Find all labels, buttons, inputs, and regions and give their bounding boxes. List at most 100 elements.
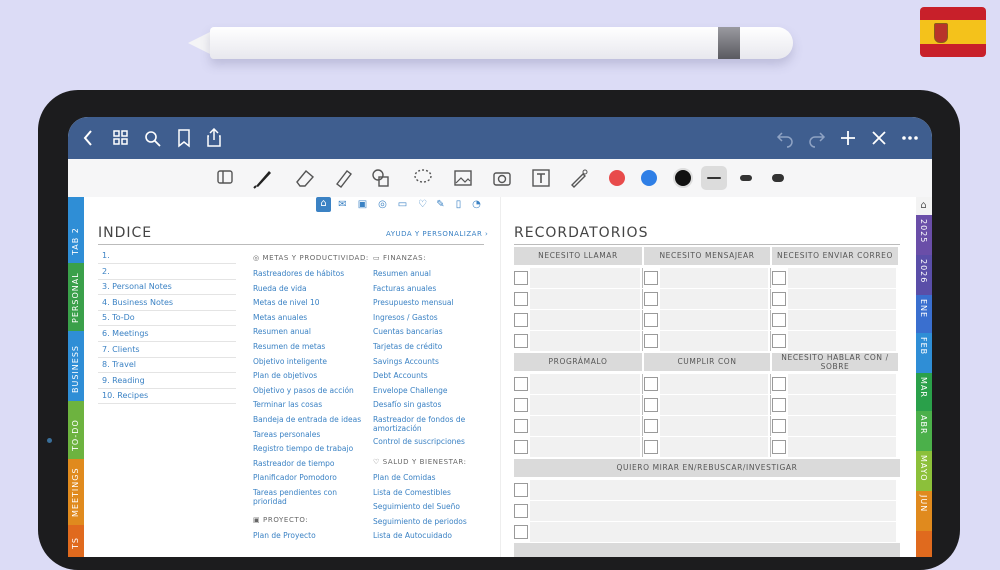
index-item[interactable]: 4. Business Notes	[102, 298, 173, 307]
reminder-write-line[interactable]	[530, 522, 896, 542]
section-link[interactable]: Tareas personales	[253, 430, 365, 439]
reminder-checkbox[interactable]	[514, 504, 528, 518]
undo-icon[interactable]	[776, 128, 794, 153]
reminder-write-line[interactable]	[788, 268, 896, 288]
section-link[interactable]: Plan de Proyecto	[253, 531, 365, 540]
image-tool-icon[interactable]	[452, 167, 474, 194]
index-item[interactable]: 1.	[102, 251, 110, 260]
reminder-checkbox[interactable]	[514, 483, 528, 497]
reminder-write-line[interactable]	[530, 289, 640, 309]
reminder-checkbox[interactable]	[772, 334, 786, 348]
reminder-write-line[interactable]	[660, 289, 768, 309]
reminder-write-line[interactable]	[530, 480, 896, 500]
reminder-checkbox[interactable]	[772, 440, 786, 454]
share-icon[interactable]	[206, 127, 222, 153]
reminder-write-line[interactable]	[660, 268, 768, 288]
reminder-checkbox[interactable]	[772, 377, 786, 391]
section-link[interactable]: Tarjetas de crédito	[373, 342, 485, 351]
sidebar-toggle-icon[interactable]	[216, 167, 234, 192]
reminder-checkbox[interactable]	[514, 313, 528, 327]
index-item[interactable]: 8. Travel	[102, 360, 136, 369]
section-link[interactable]: Planificador Pomodoro	[253, 473, 365, 482]
tab-abr[interactable]: ABR	[916, 411, 932, 451]
reminder-write-line[interactable]	[788, 395, 896, 415]
reminder-write-line[interactable]	[660, 395, 768, 415]
pen-tool-icon[interactable]	[252, 167, 274, 194]
index-item[interactable]: 6. Meetings	[102, 329, 149, 338]
reminder-write-line[interactable]	[788, 437, 896, 457]
reminder-checkbox[interactable]	[644, 398, 658, 412]
section-link[interactable]: Facturas anuales	[373, 284, 485, 293]
pie-chart-icon[interactable]: ◔	[470, 198, 483, 211]
reminder-checkbox[interactable]	[772, 313, 786, 327]
section-link[interactable]: Rastreador de fondos de amortización	[373, 415, 485, 433]
search-icon[interactable]	[144, 128, 162, 153]
reminder-write-line[interactable]	[530, 395, 640, 415]
document-icon[interactable]: ▯	[452, 198, 465, 211]
section-link[interactable]: Rueda de vida	[253, 284, 365, 293]
tab-business[interactable]: BUSINESS	[68, 331, 84, 401]
section-link[interactable]: Metas anuales	[253, 313, 365, 322]
heart-icon[interactable]: ♡	[416, 198, 429, 211]
reminder-write-line[interactable]	[788, 289, 896, 309]
reminder-checkbox[interactable]	[644, 440, 658, 454]
reminder-checkbox[interactable]	[514, 525, 528, 539]
redo-icon[interactable]	[808, 128, 826, 153]
index-item[interactable]: 2.	[102, 267, 110, 276]
text-tool-icon[interactable]	[530, 167, 552, 194]
section-link[interactable]: Rastreador de tiempo	[253, 459, 365, 468]
reminder-write-line[interactable]	[530, 374, 640, 394]
camera-tool-icon[interactable]	[491, 167, 513, 194]
eraser-tool-icon[interactable]	[294, 167, 316, 194]
color-black-swatch[interactable]	[673, 168, 693, 188]
section-link[interactable]: Control de suscripciones	[373, 437, 485, 446]
section-link[interactable]: Envelope Challenge	[373, 386, 485, 395]
section-link[interactable]: Metas de nivel 10	[253, 298, 365, 307]
reminder-checkbox[interactable]	[644, 313, 658, 327]
tab-tab2[interactable]: TAB 2	[68, 197, 84, 263]
stroke-medium-option[interactable]	[733, 166, 759, 190]
chevron-left-icon[interactable]	[82, 128, 94, 153]
reminder-checkbox[interactable]	[514, 377, 528, 391]
tab-ene[interactable]: ENE	[916, 295, 932, 333]
briefcase-icon[interactable]: ▣	[356, 198, 369, 211]
reminder-write-line[interactable]	[660, 437, 768, 457]
reminder-checkbox[interactable]	[514, 440, 528, 454]
reminder-write-line[interactable]	[788, 310, 896, 330]
reminder-checkbox[interactable]	[772, 419, 786, 433]
reminder-checkbox[interactable]	[644, 334, 658, 348]
section-link[interactable]: Desafío sin gastos	[373, 400, 485, 409]
reminder-write-line[interactable]	[530, 437, 640, 457]
reminder-checkbox[interactable]	[644, 271, 658, 285]
reminder-checkbox[interactable]	[514, 334, 528, 348]
section-link[interactable]: Resumen anual	[253, 327, 365, 336]
section-link[interactable]: Plan de objetivos	[253, 371, 365, 380]
section-link[interactable]: Cuentas bancarias	[373, 327, 485, 336]
section-link[interactable]: Presupuesto mensual	[373, 298, 485, 307]
reminder-checkbox[interactable]	[772, 398, 786, 412]
section-link[interactable]: Resumen de metas	[253, 342, 365, 351]
section-link[interactable]: Tareas pendientes con prioridad	[253, 488, 365, 506]
index-item[interactable]: 10. Recipes	[102, 391, 148, 400]
reminder-write-line[interactable]	[788, 331, 896, 351]
tab-todo[interactable]: TO-DO	[68, 401, 84, 459]
index-item[interactable]: 7. Clients	[102, 345, 140, 354]
reminder-write-line[interactable]	[530, 501, 896, 521]
reminder-checkbox[interactable]	[644, 292, 658, 306]
reminder-write-line[interactable]	[660, 331, 768, 351]
reminder-write-line[interactable]	[660, 416, 768, 436]
tab-mayo[interactable]: MAYO	[916, 451, 932, 491]
section-link[interactable]: Resumen anual	[373, 269, 485, 278]
section-link[interactable]: Rastreadores de hábitos	[253, 269, 365, 278]
index-item[interactable]: 3. Personal Notes	[102, 282, 172, 291]
color-blue-swatch[interactable]	[641, 170, 657, 186]
pencil-icon[interactable]: ✎	[434, 198, 447, 211]
index-item[interactable]: 9. Reading	[102, 376, 145, 385]
section-link[interactable]: Ingresos / Gastos	[373, 313, 485, 322]
plus-icon[interactable]	[839, 128, 857, 153]
tab-partial[interactable]: TS	[68, 525, 84, 557]
reminder-write-line[interactable]	[530, 416, 640, 436]
color-red-swatch[interactable]	[609, 170, 625, 186]
laser-pointer-icon[interactable]	[568, 167, 590, 194]
wallet-icon[interactable]: ▭	[396, 198, 409, 211]
